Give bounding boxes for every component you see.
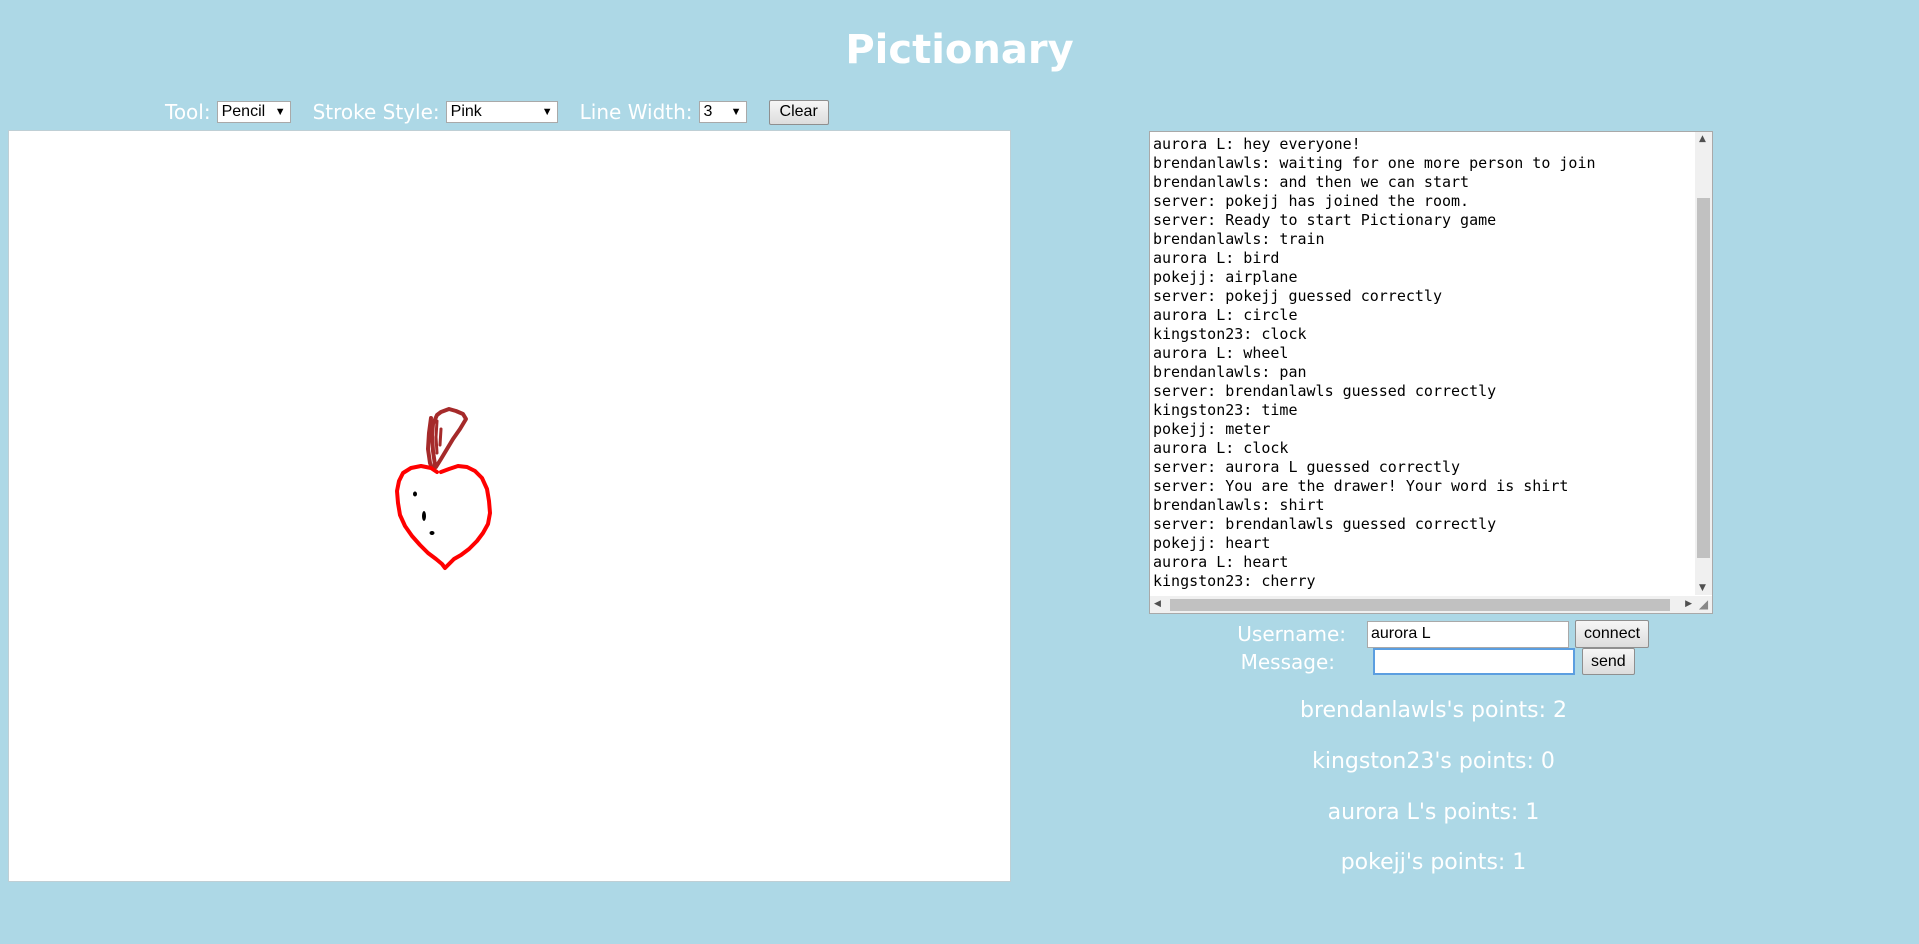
line-width-select-value: 3 <box>703 103 713 120</box>
vertical-scrollbar[interactable]: ▲ ▼ <box>1695 132 1712 595</box>
player-points: pokejj's points: 1 <box>1340 850 1527 875</box>
chat-message: aurora L: clock <box>1153 439 1289 457</box>
drawing-dot <box>429 531 435 535</box>
message-input[interactable] <box>1373 648 1575 675</box>
chat-message: brendanlawls: waiting for one more perso… <box>1153 154 1596 172</box>
chat-message: server: aurora L guessed correctly <box>1153 458 1461 476</box>
scroll-up-icon[interactable]: ▲ <box>1699 134 1706 144</box>
username-label: Username: <box>1237 622 1346 646</box>
line-width-select[interactable]: 3 ▼ <box>698 101 747 123</box>
chat-message: server: brendanlawls guessed correctly <box>1153 382 1497 400</box>
heart-stroke <box>395 464 492 570</box>
chevron-down-icon: ▼ <box>541 106 553 118</box>
line-width-label: Line Width: <box>579 100 693 124</box>
chat-message: aurora L: heart <box>1153 553 1289 571</box>
chat-message: brendanlawls: pan <box>1153 363 1307 381</box>
chat-message: brendanlawls: train <box>1153 230 1325 248</box>
chevron-down-icon: ▼ <box>730 106 742 118</box>
tool-select[interactable]: Pencil ▼ <box>216 101 291 123</box>
stroke-style-select-value: Pink <box>450 103 482 120</box>
scroll-right-icon[interactable]: ▶ <box>1685 599 1692 609</box>
chat-message: aurora L: bird <box>1153 249 1280 267</box>
chat-message: server: You are the drawer! Your word is… <box>1153 477 1569 495</box>
pictionary-page: Pictionary Tool: Pencil ▼ Stroke Style: … <box>0 0 1919 944</box>
chat-message: brendanlawls: and then we can start <box>1153 173 1470 191</box>
drawing-toolbar: Tool: Pencil ▼ Stroke Style: Pink ▼ Line… <box>165 98 829 126</box>
tool-select-value: Pencil <box>221 103 266 120</box>
stem-stroke <box>426 407 468 470</box>
chat-message: server: pokejj has joined the room. <box>1153 192 1470 210</box>
chat-message: kingston23: time <box>1153 401 1298 419</box>
username-input[interactable] <box>1367 620 1569 648</box>
resize-handle-icon[interactable]: ◢ <box>1695 596 1712 613</box>
chat-message: pokejj: airplane <box>1153 268 1298 286</box>
stem-inner-stroke <box>434 419 443 455</box>
tool-label: Tool: <box>165 100 211 124</box>
chat-message: aurora L: circle <box>1153 306 1298 324</box>
stroke-style-label: Stroke Style: <box>312 100 440 124</box>
chat-message: server: brendanlawls guessed correctly <box>1153 515 1497 533</box>
username-row: Username: connect <box>1229 620 1650 648</box>
chat-message: server: pokejj guessed correctly <box>1153 287 1442 305</box>
vertical-scroll-thumb[interactable] <box>1697 198 1710 558</box>
chat-message: kingston23: clock <box>1153 325 1307 343</box>
send-button[interactable]: send <box>1582 648 1635 675</box>
drawing-surface <box>395 407 492 570</box>
drawing-canvas[interactable] <box>8 130 1011 882</box>
player-points: aurora L's points: 1 <box>1327 800 1540 825</box>
horizontal-scroll-thumb[interactable] <box>1170 599 1670 611</box>
stroke-style-select[interactable]: Pink ▼ <box>445 101 558 123</box>
drawing-dot <box>413 491 417 497</box>
message-label: Message: <box>1240 649 1335 674</box>
chat-message: aurora L: wheel <box>1153 344 1289 362</box>
chat-message: aurora L: hey everyone! <box>1153 135 1361 153</box>
chat-message: server: Ready to start Pictionary game <box>1153 211 1497 229</box>
message-row: Message: send <box>1229 648 1635 675</box>
chat-message: brendanlawls: shirt <box>1153 496 1325 514</box>
chevron-down-icon: ▼ <box>274 106 286 118</box>
connect-button[interactable]: connect <box>1575 620 1650 648</box>
chat-message: kingston23: cherry <box>1153 572 1316 590</box>
chat-log[interactable]: aurora L: hey everyone! brendanlawls: wai… <box>1149 131 1713 614</box>
player-points: brendanlawls's points: 2 <box>1299 698 1568 723</box>
chat-messages: aurora L: hey everyone! brendanlawls: wai… <box>1153 135 1596 591</box>
player-points: kingston23's points: 0 <box>1312 749 1555 774</box>
drawing-dot <box>422 511 426 521</box>
chat-message: pokejj: meter <box>1153 420 1271 438</box>
chat-message: pokejj: heart <box>1153 534 1271 552</box>
horizontal-scrollbar[interactable]: ◀ ▶ <box>1150 596 1696 613</box>
page-title: Pictionary <box>845 27 1074 73</box>
scroll-down-icon[interactable]: ▼ <box>1699 583 1706 593</box>
scroll-left-icon[interactable]: ◀ <box>1154 599 1161 609</box>
clear-button[interactable]: Clear <box>768 99 829 125</box>
